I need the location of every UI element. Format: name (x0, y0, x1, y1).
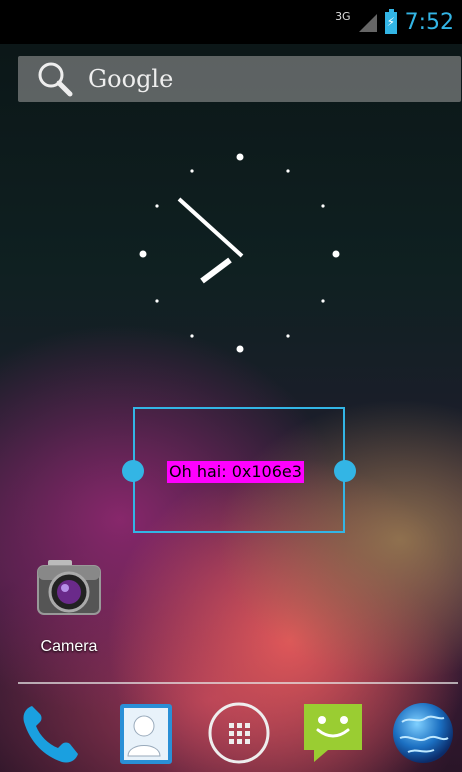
status-bar: 3G ⚡ 7:52 (0, 0, 462, 44)
browser-icon[interactable] (388, 698, 458, 768)
app-label-camera: Camera (40, 638, 98, 655)
app-shortcut-camera[interactable]: Camera (24, 556, 114, 660)
camera-icon (34, 556, 104, 622)
analog-clock-widget[interactable] (120, 140, 360, 370)
analog-clock-face (139, 153, 340, 353)
widget-label: Oh hai: 0x106e3 (167, 461, 304, 483)
status-time: 7:52 (404, 10, 454, 35)
messaging-icon[interactable] (298, 698, 368, 768)
search-label: Google (88, 65, 174, 93)
dock-divider (18, 682, 458, 684)
search-icon (34, 59, 76, 99)
phone-icon[interactable] (16, 698, 86, 768)
dock (0, 696, 462, 772)
status-icons: 3G ⚡ 7:52 (335, 8, 454, 35)
contacts-icon[interactable] (112, 698, 182, 768)
google-search-bar[interactable]: Google (18, 56, 461, 102)
app-drawer-icon[interactable] (204, 698, 274, 768)
signal-icon (358, 13, 377, 32)
widget-resize-frame[interactable]: Oh hai: 0x106e3 (122, 407, 356, 533)
resize-handle-right[interactable] (334, 460, 356, 482)
network-type-label: 3G (335, 10, 351, 23)
resize-handle-left[interactable] (122, 460, 144, 482)
battery-charging-icon: ⚡ (384, 8, 397, 34)
